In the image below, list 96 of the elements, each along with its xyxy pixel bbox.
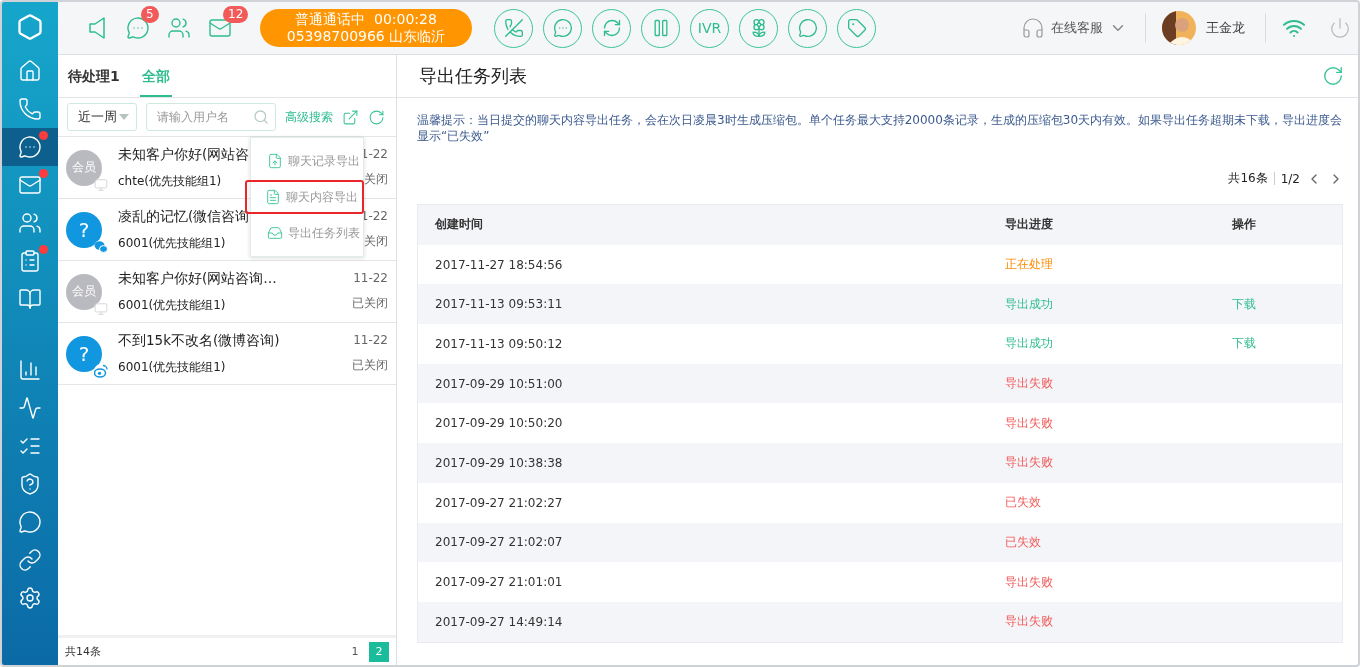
conversation-status: 已关闭	[352, 295, 388, 312]
conversation-date: 11-22	[353, 271, 388, 285]
page-indicator: 1/2	[1280, 171, 1300, 186]
status-text: 导出失败	[1005, 375, 1054, 393]
status-text: 已失效	[1005, 494, 1042, 512]
book-icon	[18, 287, 42, 311]
tab[interactable]: 待处理1	[66, 68, 122, 97]
avatar: 会员	[66, 273, 102, 310]
conversation-agent: 6001(优先技能组1)	[118, 234, 226, 252]
user-name: 王金龙	[1206, 19, 1245, 37]
table-cell-text: 2017-09-27 14:49:14	[435, 614, 564, 629]
refresh-icon[interactable]	[368, 108, 385, 126]
transfer-icon	[601, 18, 622, 38]
conversation-date: 11-22	[353, 333, 388, 347]
users-icon	[18, 211, 42, 235]
conversation-title: 未知客户你好(网站咨	[118, 145, 250, 164]
download-link[interactable]: 下载	[1232, 295, 1342, 313]
link-icon	[18, 548, 42, 572]
tab[interactable]: 全部	[139, 68, 172, 97]
chat-icon[interactable]	[125, 16, 150, 40]
column-header: 导出进度	[1005, 216, 1054, 234]
status-text: 正在处理	[1005, 256, 1054, 274]
phone-icon	[18, 97, 42, 121]
settings-icon	[18, 586, 42, 610]
total-count: 共14条	[65, 644, 101, 659]
agent-status-dropdown[interactable]: 在线客服	[1021, 16, 1145, 40]
count-badge: 12	[223, 6, 249, 23]
tag-icon	[846, 18, 867, 38]
conversation-title: 未知客户你好(网站咨询…	[118, 269, 277, 288]
table-cell-text: 2017-11-27 18:54:56	[435, 257, 564, 272]
file-upload-icon	[267, 153, 283, 169]
column-header: 操作	[1232, 216, 1257, 234]
message-icon	[797, 18, 818, 38]
table-cell-text: 2017-09-27 21:02:07	[435, 535, 564, 550]
range-select[interactable]: 近一周	[67, 103, 137, 131]
contacts-icon[interactable]	[166, 16, 191, 40]
status-text: 导出失败	[1005, 454, 1054, 472]
download-link[interactable]: 下载	[1232, 335, 1342, 353]
mail-icon	[18, 173, 42, 197]
table-cell-text: 2017-11-13 09:50:12	[435, 336, 564, 351]
search-icon	[253, 109, 269, 125]
page-button[interactable]: 1	[345, 641, 365, 662]
hangup-icon	[503, 18, 524, 38]
table-cell-text: 2017-09-27 21:02:27	[435, 495, 564, 510]
caller-text: 05398700966 山东临沂	[286, 28, 446, 45]
conversation-title: 不到15k不改名(微博咨询)	[118, 331, 280, 350]
conversation-status: 关闭	[364, 171, 388, 188]
conversation-agent: 6001(优先技能组1)	[118, 296, 226, 314]
table-cell-text: 2017-09-29 10:50:20	[435, 416, 564, 431]
conversation-status: 关闭	[364, 233, 388, 250]
advanced-search-link[interactable]: 高级搜索	[285, 108, 333, 126]
menu-item[interactable]: 聊天内容导出	[245, 180, 364, 214]
page-title: 导出任务列表	[419, 64, 527, 88]
search-field[interactable]: 请输入用户名	[146, 103, 276, 131]
status-text: 已失效	[1005, 533, 1042, 551]
conversation-item[interactable]: ? 不到15k不改名(微博咨询) 6001(优先技能组1) 11-22 已关闭	[58, 323, 396, 385]
conversation-item[interactable]: 会员 未知客户你好(网站咨询… 6001(优先技能组1) 11-22 已关闭	[58, 261, 396, 323]
menu-item[interactable]: 聊天记录导出	[251, 144, 363, 178]
sidebar-item[interactable]	[2, 128, 58, 166]
chart-icon	[18, 358, 42, 382]
home-icon	[18, 59, 42, 83]
menu-item[interactable]: 导出任务列表	[251, 216, 363, 250]
page-button[interactable]: 2	[369, 641, 389, 662]
shield-icon	[18, 472, 42, 496]
chat-icon	[18, 135, 42, 159]
status-text: 导出失败	[1005, 414, 1054, 432]
document-icon	[265, 189, 281, 205]
table-cell-text: 2017-11-13 09:53:11	[435, 297, 564, 312]
notice-text: 温馨提示：当日提交的聊天内容导出任务，会在次日凌晨3时生成压缩包。单个任务最大支持20000条记录，生成的压缩包30天内有效。如果导出任务超期未下载，导出进度会显示“已失效”	[417, 112, 1344, 144]
headset-icon	[1021, 16, 1045, 40]
status-text: 导出失败	[1005, 573, 1054, 591]
column-header: 创建时间	[435, 216, 484, 234]
conversation-agent: 6001(优先技能组1)	[118, 358, 226, 376]
avatar: ?	[66, 211, 102, 248]
conversation-status: 已关闭	[352, 357, 388, 374]
speaker-icon[interactable]	[88, 17, 105, 39]
table-cell-text: 2017-09-29 10:51:00	[435, 376, 564, 391]
clipboard-icon	[18, 249, 42, 273]
count-badge: 5	[141, 6, 159, 23]
table-cell-text: 2017-09-27 21:01:01	[435, 575, 564, 590]
status-text: 导出成功	[1005, 335, 1054, 353]
tray-icon	[267, 225, 283, 241]
table-cell-text: 2017-09-29 10:38:38	[435, 455, 564, 470]
status-text: 导出失败	[1005, 613, 1054, 631]
hexagon-logo-icon	[16, 13, 44, 41]
message-icon	[18, 510, 42, 534]
call-state-text: 普通通话中 00:00:28	[295, 11, 437, 28]
pulse-icon	[18, 396, 42, 420]
conversation-agent: chte(优先技能组1)	[118, 172, 222, 190]
status-text: 导出成功	[1005, 295, 1054, 313]
total-count: 共16条	[1228, 170, 1268, 187]
avatar: 会员	[66, 149, 102, 186]
mail-icon[interactable]	[207, 16, 232, 40]
refresh-icon[interactable]	[1322, 65, 1344, 87]
export-icon[interactable]	[342, 108, 359, 126]
avatar: ?	[66, 335, 102, 372]
